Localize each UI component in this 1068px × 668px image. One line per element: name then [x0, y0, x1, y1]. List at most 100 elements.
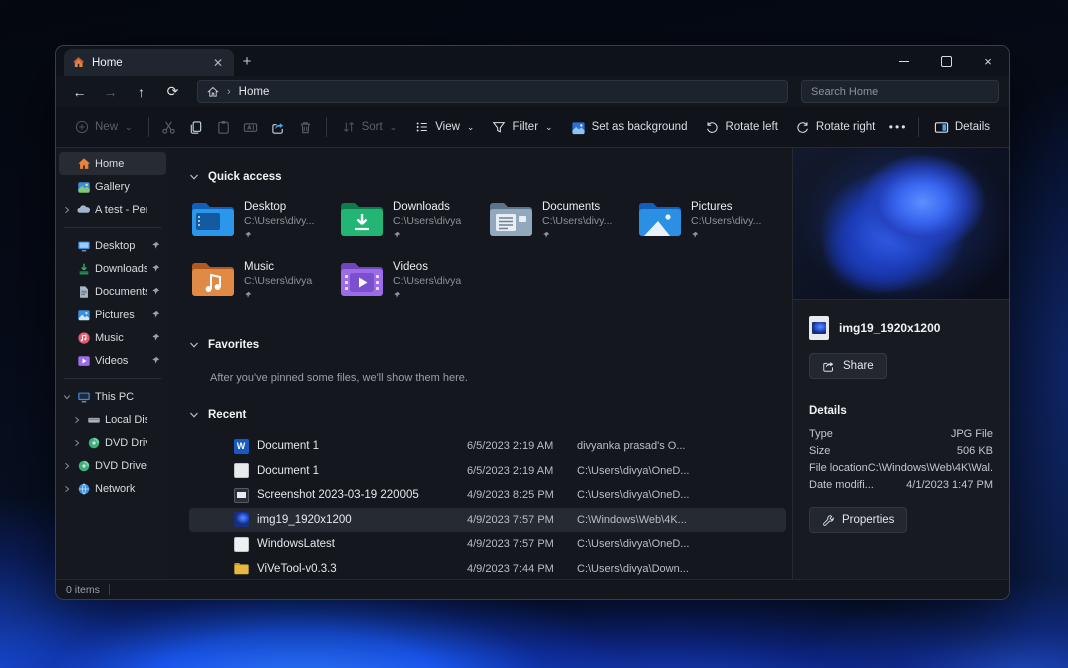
- share-button[interactable]: Share: [809, 353, 887, 379]
- sidebar-item-desktop[interactable]: Desktop: [59, 234, 166, 257]
- sidebar-item-pictures[interactable]: Pictures: [59, 303, 166, 326]
- detail-field-size: Size 506 KB: [793, 442, 1009, 459]
- sidebar-item-videos[interactable]: Videos: [59, 349, 166, 372]
- minimize-button[interactable]: [883, 46, 925, 76]
- detail-field-date-modified: Date modifi... 4/1/2023 1:47 PM: [793, 476, 1009, 493]
- selected-file-name: img19_1920x1200: [839, 321, 940, 335]
- tile-music[interactable]: Music C:\Users\divya: [191, 258, 340, 310]
- close-tab-icon[interactable]: ✕: [210, 55, 226, 71]
- favorites-empty-hint: After you've pinned some files, we'll sh…: [210, 372, 792, 384]
- maximize-button[interactable]: [925, 46, 967, 76]
- recent-row-windowslatest[interactable]: WindowsLatest 4/9/2023 7:57 PM C:\Users\…: [189, 532, 786, 557]
- home-icon: [72, 56, 85, 69]
- desktop-icon: [76, 238, 91, 253]
- recent-row-document1[interactable]: Document 1 6/5/2023 2:19 AM C:\Users\div…: [189, 459, 786, 484]
- details-pane-toggle[interactable]: Details: [925, 112, 999, 142]
- chevron-down-icon[interactable]: [62, 393, 72, 401]
- pin-icon: [151, 333, 162, 342]
- hard-drive-icon: [86, 412, 101, 427]
- navigation-bar: ← → ↑ ⟳ › Home: [56, 76, 1009, 107]
- documents-folder-icon: [489, 200, 533, 238]
- new-button[interactable]: New⌄: [66, 112, 142, 142]
- sidebar-item-network[interactable]: Network: [59, 477, 166, 500]
- sidebar-item-home[interactable]: Home: [59, 152, 166, 175]
- sidebar-item-onedrive[interactable]: A test - Personal: [59, 198, 166, 221]
- share-button-toolbar[interactable]: [265, 112, 293, 142]
- breadcrumb[interactable]: Home: [239, 86, 270, 98]
- chevron-down-icon[interactable]: [189, 410, 199, 420]
- tile-downloads[interactable]: Downloads C:\Users\divya: [340, 198, 489, 250]
- new-tab-button[interactable]: +: [234, 50, 260, 76]
- filter-button[interactable]: Filter⌄: [483, 112, 561, 142]
- chevron-down-icon[interactable]: [189, 172, 199, 182]
- quick-access-header[interactable]: Quick access: [189, 166, 792, 188]
- pin-icon: [151, 287, 162, 296]
- chevron-down-icon[interactable]: [189, 340, 199, 350]
- search-box[interactable]: [801, 80, 999, 103]
- chevron-right-icon[interactable]: [62, 485, 72, 493]
- chevron-right-icon[interactable]: [72, 439, 82, 447]
- breadcrumb-home-icon[interactable]: [207, 86, 219, 98]
- cut-button[interactable]: [155, 112, 183, 142]
- tile-videos[interactable]: Videos C:\Users\divya: [340, 258, 489, 310]
- refresh-button[interactable]: ⟳: [159, 80, 186, 104]
- tile-documents[interactable]: Documents C:\Users\divy...: [489, 198, 638, 250]
- screenshot-file-icon: [234, 488, 249, 503]
- see-more-button[interactable]: •••: [884, 112, 912, 142]
- chevron-right-icon[interactable]: [62, 206, 72, 214]
- desktop-folder-icon: [191, 200, 235, 238]
- main-content: Quick access Desktop C:\Users\divy...: [169, 148, 792, 579]
- properties-button[interactable]: Properties: [809, 507, 907, 533]
- back-button[interactable]: ←: [66, 80, 93, 104]
- breadcrumb-chevron-icon: ›: [227, 86, 231, 98]
- sidebar-item-gallery[interactable]: Gallery: [59, 175, 166, 198]
- pictures-icon: [76, 307, 91, 322]
- pin-icon: [151, 310, 162, 319]
- paste-button[interactable]: [210, 112, 238, 142]
- recent-row-document1-word[interactable]: W Document 1 6/5/2023 2:19 AM divyanka p…: [189, 434, 786, 459]
- delete-button[interactable]: [292, 112, 320, 142]
- chevron-down-icon: ⌄: [125, 122, 133, 133]
- favorites-header[interactable]: Favorites: [189, 334, 792, 356]
- sidebar-item-music[interactable]: Music: [59, 326, 166, 349]
- recent-header[interactable]: Recent: [189, 404, 792, 426]
- quick-access-tiles: Desktop C:\Users\divy... Downloads C:\Us…: [191, 198, 792, 310]
- detail-field-type: Type JPG File: [793, 425, 1009, 442]
- sidebar-item-dvd-drive-1[interactable]: DVD Drive (D:) CC: [59, 431, 166, 454]
- chevron-right-icon[interactable]: [72, 416, 82, 424]
- sidebar-divider: [64, 378, 161, 379]
- sidebar-item-documents[interactable]: Documents: [59, 280, 166, 303]
- sort-button[interactable]: Sort⌄: [333, 112, 407, 142]
- tab-home[interactable]: Home ✕: [64, 49, 234, 76]
- copy-button[interactable]: [182, 112, 210, 142]
- chevron-down-icon: ⌄: [467, 122, 475, 133]
- search-input[interactable]: [811, 86, 989, 98]
- rename-button[interactable]: [237, 112, 265, 142]
- chevron-down-icon: ⌄: [390, 122, 398, 133]
- documents-icon: [76, 284, 91, 299]
- recent-row-vivetool[interactable]: ViVeTool-v0.3.3 4/9/2023 7:44 PM C:\User…: [189, 557, 786, 582]
- view-button[interactable]: View⌄: [406, 112, 483, 142]
- tile-pictures[interactable]: Pictures C:\Users\divy...: [638, 198, 787, 250]
- image-file-icon: [809, 316, 829, 340]
- sidebar-item-this-pc[interactable]: This PC: [59, 385, 166, 408]
- forward-button[interactable]: →: [97, 80, 124, 104]
- toolbar-separator: [918, 117, 919, 137]
- set-as-background-button[interactable]: Set as background: [562, 112, 697, 142]
- pin-icon: [151, 241, 162, 250]
- rotate-right-button[interactable]: Rotate right: [787, 112, 884, 142]
- address-bar[interactable]: › Home: [197, 80, 788, 103]
- chevron-right-icon[interactable]: [62, 462, 72, 470]
- toolbar-separator: [326, 117, 327, 137]
- recent-row-screenshot[interactable]: Screenshot 2023-03-19 220005 4/9/2023 8:…: [189, 483, 786, 508]
- tile-desktop[interactable]: Desktop C:\Users\divy...: [191, 198, 340, 250]
- close-button[interactable]: ×: [967, 46, 1009, 76]
- rotate-left-button[interactable]: Rotate left: [696, 112, 786, 142]
- recent-row-img19-selected[interactable]: img19_1920x1200 4/9/2023 7:57 PM C:\Wind…: [189, 508, 786, 533]
- sidebar-item-local-disk-c[interactable]: Local Disk (C:): [59, 408, 166, 431]
- up-button[interactable]: ↑: [128, 80, 155, 104]
- sidebar-item-dvd-drive-2[interactable]: DVD Drive (D:) CCC: [59, 454, 166, 477]
- sidebar-item-downloads[interactable]: Downloads: [59, 257, 166, 280]
- see-more-icon: •••: [889, 120, 908, 134]
- window-controls: ×: [883, 46, 1009, 76]
